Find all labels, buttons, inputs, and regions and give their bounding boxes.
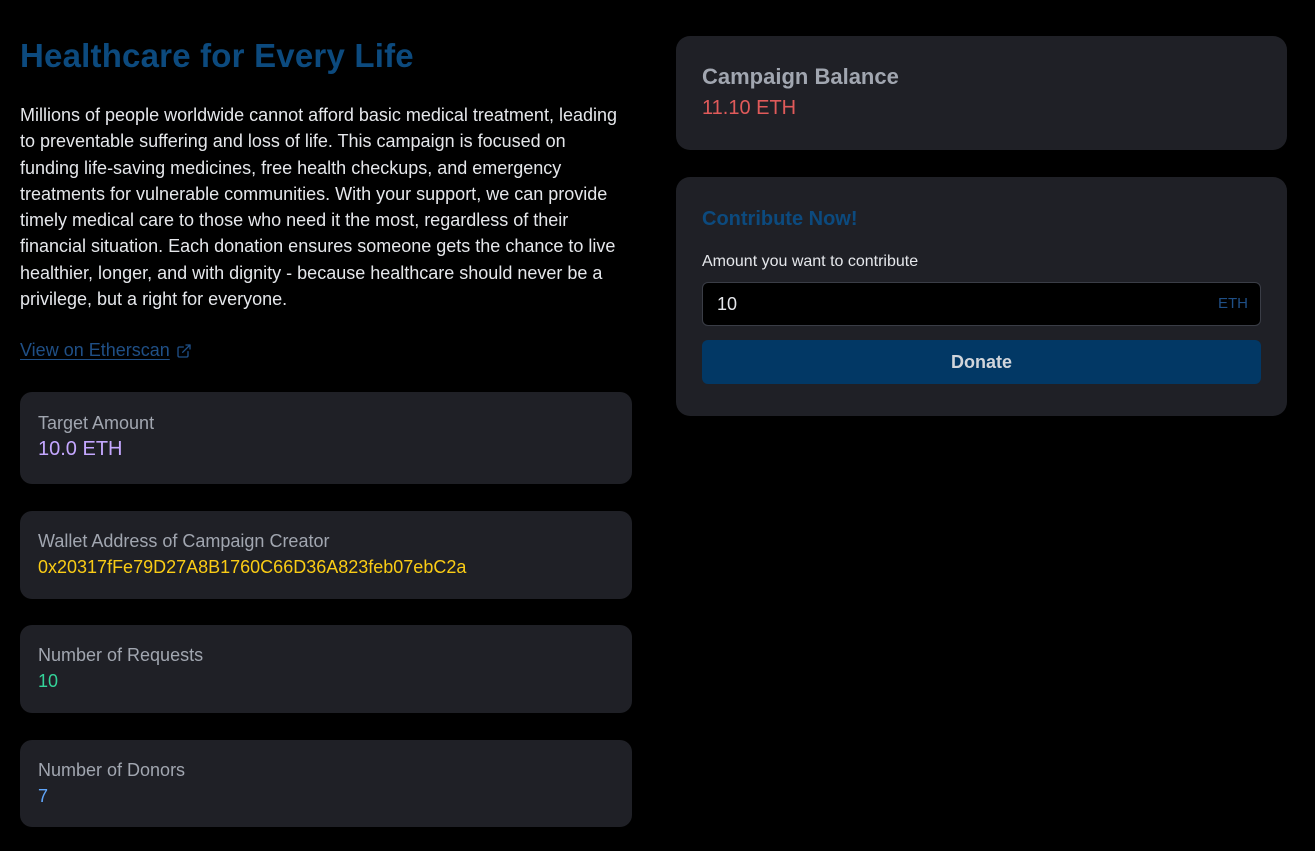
campaign-title: Healthcare for Every Life <box>20 37 414 74</box>
campaign-info: Healthcare for Every Life Millions of pe… <box>20 36 632 361</box>
etherscan-link-label: View on Etherscan <box>20 340 170 361</box>
wallet-address-card: Wallet Address of Campaign Creator 0x203… <box>20 511 632 599</box>
amount-input-group: ETH <box>702 282 1261 326</box>
external-link-icon <box>177 344 191 358</box>
donors-label: Number of Donors <box>38 760 186 780</box>
requests-label: Number of Requests <box>38 645 204 665</box>
wallet-address-label: Wallet Address of Campaign Creator <box>38 531 330 551</box>
target-amount-label: Target Amount <box>38 413 155 433</box>
target-amount-value: 10.0 ETH <box>38 438 123 460</box>
amount-input[interactable] <box>703 283 1260 325</box>
contribute-title: Contribute Now! <box>702 208 858 230</box>
amount-unit: ETH <box>1218 295 1248 312</box>
donors-card: Number of Donors 7 <box>20 740 632 827</box>
campaign-balance-value: 11.10 ETH <box>702 97 797 119</box>
target-amount-card: Target Amount 10.0 ETH <box>20 392 632 484</box>
campaign-page: Healthcare for Every Life Millions of pe… <box>0 0 1315 851</box>
donate-button[interactable]: Donate <box>702 340 1261 384</box>
etherscan-link[interactable]: View on Etherscan <box>20 340 192 361</box>
requests-value: 10 <box>38 671 59 691</box>
donors-value: 7 <box>38 786 49 806</box>
wallet-address-value: 0x20317fFe79D27A8B1760C66D36A823feb07ebC… <box>38 557 467 577</box>
amount-label: Amount you want to contribute <box>702 253 919 270</box>
campaign-balance-title: Campaign Balance <box>702 64 899 89</box>
campaign-balance-card: Campaign Balance 11.10 ETH <box>676 36 1287 150</box>
campaign-description: Millions of people worldwide cannot affo… <box>20 105 617 310</box>
requests-card: Number of Requests 10 <box>20 625 632 713</box>
contribute-card: Contribute Now! Amount you want to contr… <box>676 177 1287 416</box>
